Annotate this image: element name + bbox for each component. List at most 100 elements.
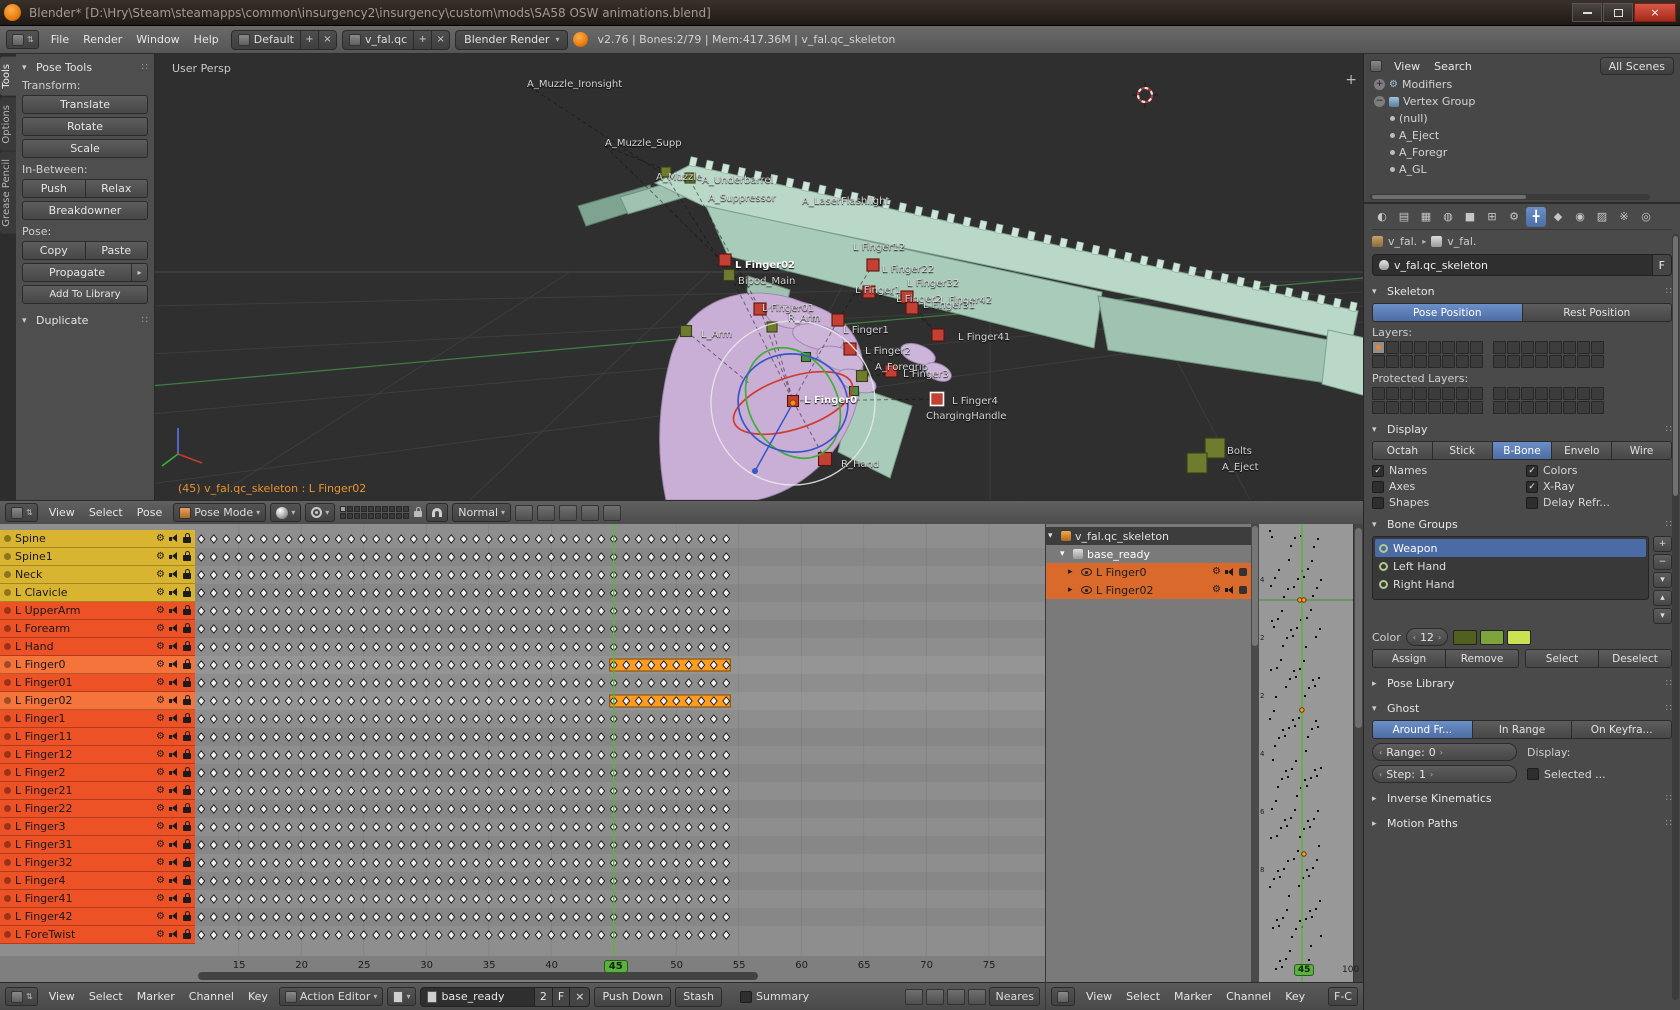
mini-current-frame-badge[interactable]: 45 [1293,964,1315,976]
keyframe-row-neck[interactable] [197,570,731,580]
breadcrumb-object[interactable]: v_fal. [1388,235,1417,248]
outliner-item-a-eject[interactable]: A_Eject [1370,127,1674,144]
channel-mute-icon[interactable] [169,858,179,867]
relax-button[interactable]: Relax [84,179,148,198]
dopesheet-menu-marker[interactable]: Marker [130,988,182,1005]
push-down-button[interactable]: Push Down [594,986,672,1007]
channel-mute-icon[interactable] [169,840,179,849]
group-color-swatch-0[interactable] [1453,629,1478,645]
keyframe-row-l-finger31[interactable] [197,840,731,850]
channel-row-l-hand[interactable]: L Hand ⚙ [0,638,195,656]
layer-cell[interactable] [1493,387,1506,400]
layer-cell[interactable] [361,513,368,519]
bone-marker[interactable] [905,301,919,315]
layer-cell[interactable] [1535,387,1548,400]
channel-lock-icon[interactable] [183,605,191,615]
layer-cell[interactable] [1577,401,1590,414]
tree-scrollbar[interactable] [1251,524,1259,982]
keyframe-row-l-finger32[interactable] [197,858,731,868]
layer-cell[interactable] [1577,387,1590,400]
display-option-colors[interactable]: ✓ Colors [1526,464,1672,477]
channel-lock-icon[interactable] [183,911,191,921]
properties-tab-physics[interactable]: ◎ [1636,207,1656,227]
layers-widget[interactable] [339,505,410,520]
layer-cell[interactable] [1428,387,1441,400]
render-opengl-icon[interactable] [581,504,600,521]
keyframe-row-spine[interactable] [197,534,731,544]
display-option-names[interactable]: ✓ Names [1372,464,1518,477]
outliner-filter-select[interactable]: All Scenes [1599,57,1674,75]
channel-lock-icon[interactable] [183,731,191,741]
channel-lock-icon[interactable] [183,857,191,867]
layer-cell[interactable] [1563,387,1576,400]
bone-marker[interactable] [679,324,693,338]
visibility-eye-icon[interactable] [1081,568,1092,576]
bone-group-left-hand[interactable]: Left Hand [1375,557,1646,575]
keyframe-row-l-foretwist[interactable] [197,930,731,940]
layer-cell[interactable] [1521,387,1534,400]
layer-cell[interactable] [396,506,403,512]
keyframe-row-l-hand[interactable] [197,642,731,652]
channel-pin-icon[interactable] [1239,586,1247,594]
channel-mute-icon[interactable] [169,750,179,759]
layer-cell[interactable] [403,506,410,512]
channel-mute-icon[interactable] [169,930,179,939]
viewport-3d[interactable]: A_Muzzle_Ironsight A_Muzzle_Supp A_Muzzle A… [0,54,1363,524]
layer-cell[interactable] [361,506,368,512]
screen-layout-selector[interactable]: Default + × [230,29,337,50]
mode-select[interactable]: Pose Mode ▾ [173,503,267,522]
channel-lock-icon[interactable] [183,569,191,579]
section-header-display[interactable]: ▾ Display ∷ [1372,420,1672,439]
channel-row-l-finger0[interactable]: L Finger0 ⚙ [0,656,195,674]
horizontal-scrollbar[interactable] [198,972,758,980]
properties-tab-render[interactable]: ◐ [1372,207,1392,227]
layer-cell[interactable] [1577,341,1590,354]
layer-cell[interactable] [1442,401,1455,414]
channel-mute-icon[interactable] [169,804,179,813]
scale-button[interactable]: Scale [22,139,148,158]
add-to-library-button[interactable]: Add To Library [22,285,148,304]
add-layout-button[interactable]: + [299,30,318,49]
layer-cell[interactable] [1428,355,1441,368]
bone-marker[interactable] [866,258,880,272]
layer-cell[interactable] [354,506,361,512]
channel-row-l-finger42[interactable]: L Finger42 ⚙ [0,908,195,926]
keyframe-row-l-finger4[interactable] [197,876,731,886]
layer-cell[interactable] [1563,355,1576,368]
channel-lock-icon[interactable] [183,803,191,813]
checkbox[interactable]: ✓ [1526,464,1538,477]
layer-cell[interactable] [1507,401,1520,414]
view3d-menu-select[interactable]: Select [82,504,130,521]
filter-icon[interactable] [905,988,924,1005]
channel-mute-icon[interactable] [169,624,179,633]
layer-cell[interactable] [1386,355,1399,368]
checkbox[interactable]: ✓ [1372,464,1384,477]
layer-cell[interactable] [1428,401,1441,414]
secondary-main[interactable]: ▾ v_fal.qc_skeleton ▾ base_ready ▸ L Finger0 ⚙… [1046,524,1363,982]
layer-cell[interactable] [1400,341,1413,354]
keyframe-row-l-finger11[interactable] [197,732,731,742]
ghost-mode-in-range[interactable]: In Range [1472,720,1573,739]
current-frame-badge[interactable]: 45 [603,960,628,973]
frame-ruler[interactable]: 1520253035404550556065707545 [0,956,1045,982]
add-group-button[interactable]: + [1653,536,1672,552]
draw-type-stick[interactable]: Stick [1432,441,1493,460]
move-down-button[interactable]: ▾ [1653,608,1672,624]
channel-lock-icon[interactable] [183,839,191,849]
expand-icon[interactable]: ▸ [1068,585,1077,595]
maximize-button[interactable] [1603,3,1633,22]
channel-settings-icon[interactable]: ⚙ [156,605,165,616]
viewport-shading-select[interactable]: ▾ [270,503,302,522]
layer-cell[interactable] [368,506,375,512]
move-up-button[interactable]: ▴ [1653,590,1672,606]
channel-settings-icon[interactable]: ⚙ [1212,585,1221,595]
channel-lock-icon[interactable] [183,641,191,651]
region-expand-icon[interactable]: + [1345,72,1357,88]
bone-marker[interactable] [660,166,672,178]
channel-settings-icon[interactable]: ⚙ [156,731,165,742]
channel-settings-icon[interactable]: ⚙ [156,713,165,724]
channel-lock-icon[interactable] [183,551,191,561]
layer-cell[interactable] [1442,387,1455,400]
bone-marker[interactable] [1186,452,1208,474]
select-button[interactable]: Select [1525,649,1599,668]
